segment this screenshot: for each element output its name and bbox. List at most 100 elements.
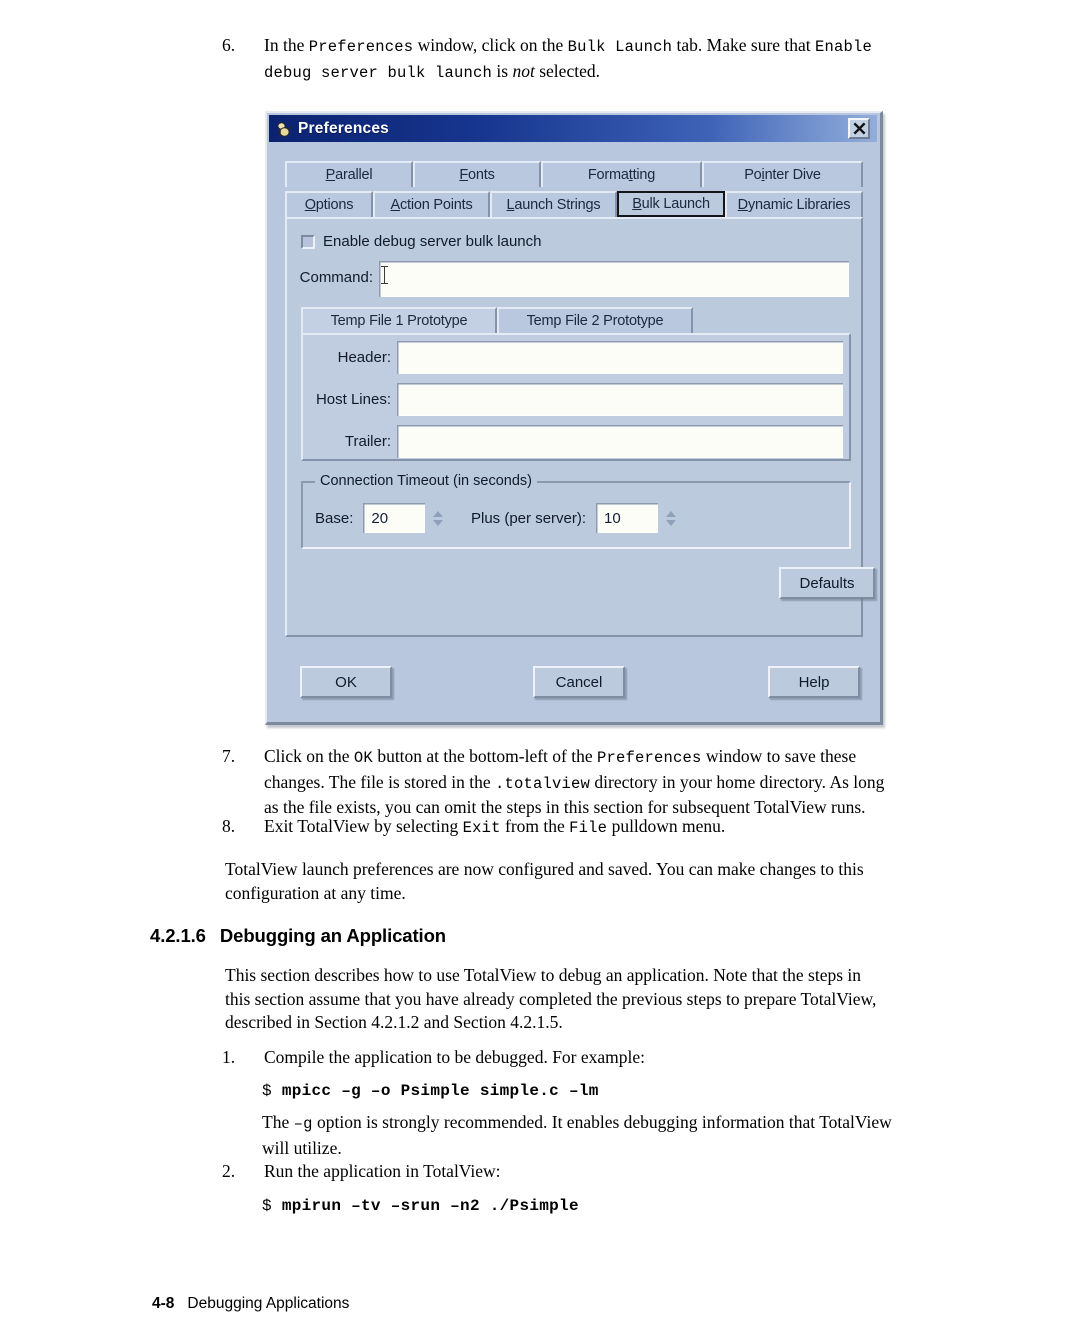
tab-bulk-launch-label: Bulk Launch bbox=[632, 196, 710, 212]
temp-file-tab-row[interactable]: Temp File 1 Prototype Temp File 2 Protot… bbox=[301, 307, 693, 333]
note-mono-g: –g bbox=[293, 1115, 313, 1133]
step8-mono-file: File bbox=[569, 819, 608, 837]
text-caret bbox=[381, 266, 388, 284]
help-button[interactable]: Help bbox=[768, 666, 860, 698]
plus-label: Plus (per server): bbox=[471, 509, 587, 527]
tab-pointer-dive-label: Pointer Dive bbox=[744, 167, 821, 183]
defaults-button[interactable]: Defaults bbox=[779, 567, 875, 599]
preferences-dialog[interactable]: Preferences Parallel Fonts Formatting Po… bbox=[265, 111, 883, 725]
tab-bulk-launch[interactable]: Bulk Launch bbox=[617, 191, 725, 217]
step8-text: Exit TotalView by selecting Exit from th… bbox=[264, 815, 934, 841]
step6-text-b: window, click on the bbox=[413, 35, 568, 55]
sec-step2-number: 2. bbox=[222, 1161, 236, 1181]
stepper-down-icon[interactable] bbox=[666, 519, 677, 526]
enable-bulk-launch-row[interactable]: Enable debug server bulk launch bbox=[301, 233, 541, 250]
bulk-launch-panel: Enable debug server bulk launch Command:… bbox=[285, 217, 875, 637]
step6-italic-not: not bbox=[512, 60, 535, 81]
tab-parallel[interactable]: Parallel bbox=[285, 161, 413, 187]
code-block-mpirun: $ mpirun –tv –srun –n2 ./Psimple bbox=[262, 1197, 579, 1215]
tab-launch-strings-label: Launch Strings bbox=[506, 197, 601, 213]
section-intro: This section describes how to use TotalV… bbox=[225, 964, 931, 1035]
base-timeout-stepper[interactable] bbox=[430, 503, 446, 533]
connection-timeout-title: Connection Timeout (in seconds) bbox=[315, 473, 537, 489]
tab-options[interactable]: Options bbox=[285, 191, 373, 217]
code2-command: mpirun –tv –srun –n2 ./Psimple bbox=[281, 1197, 579, 1215]
step6-mono-bulk-launch: Bulk Launch bbox=[567, 38, 673, 56]
step6-number: 6. bbox=[222, 35, 236, 55]
plus-timeout-stepper[interactable] bbox=[663, 503, 679, 533]
note-text-b: option is strongly recommended. It enabl… bbox=[312, 1112, 892, 1132]
tab-parallel-label: Parallel bbox=[325, 167, 373, 183]
step7-text-d: changes. The file is stored in the bbox=[264, 771, 496, 792]
close-icon[interactable] bbox=[848, 118, 870, 139]
step7-mono-preferences: Preferences bbox=[597, 749, 702, 767]
tab-fonts-label: Fonts bbox=[459, 167, 495, 183]
tab-temp-file-2-label: Temp File 2 Prototype bbox=[526, 313, 664, 329]
trailer-label: Trailer: bbox=[344, 433, 391, 450]
list-item-step7: 7. Click on the OK button at the bottom-… bbox=[222, 745, 934, 820]
temp-file-1-panel: Header: Host Lines: Trailer: bbox=[301, 333, 851, 461]
plus-timeout-input[interactable]: 10 bbox=[596, 503, 659, 533]
step6-text-e: selected. bbox=[534, 60, 600, 81]
command-input[interactable] bbox=[379, 261, 849, 297]
note-text-c: will utilize. bbox=[262, 1137, 342, 1158]
trailer-input[interactable] bbox=[397, 425, 843, 458]
enable-bulk-launch-checkbox[interactable] bbox=[301, 234, 315, 249]
tab-temp-file-2[interactable]: Temp File 2 Prototype bbox=[497, 307, 693, 333]
section-heading: 4.2.1.6 Debugging an Application bbox=[150, 925, 446, 947]
code-block-mpicc: $ mpicc –g –o Psimple simple.c –lm bbox=[262, 1082, 599, 1100]
document-page: 6. In the Preferences window, click on t… bbox=[0, 0, 1080, 1338]
host-lines-input[interactable] bbox=[397, 383, 843, 416]
code1-command: mpicc –g –o Psimple simple.c –lm bbox=[281, 1082, 599, 1100]
section-number: 4.2.1.6 bbox=[150, 925, 206, 946]
tab-fonts[interactable]: Fonts bbox=[413, 161, 541, 187]
step8-text-b: from the bbox=[500, 816, 570, 836]
tab-launch-strings[interactable]: Launch Strings bbox=[490, 191, 617, 217]
footer-page-number: 4-8 bbox=[152, 1295, 175, 1312]
list-item-sec-step2: 2. Run the application in TotalView: bbox=[222, 1160, 934, 1184]
tab-pointer-dive[interactable]: Pointer Dive bbox=[702, 161, 863, 187]
tab-formatting[interactable]: Formatting bbox=[541, 161, 702, 187]
stepper-up-icon[interactable] bbox=[666, 510, 677, 517]
cancel-button[interactable]: Cancel bbox=[533, 666, 625, 698]
step7-text-f: as the file exists, you can omit the ste… bbox=[264, 797, 866, 817]
host-lines-label: Host Lines: bbox=[315, 391, 391, 408]
step7-text-e: directory in your home directory. As lon… bbox=[590, 771, 885, 792]
tab-action-points-label: Action Points bbox=[390, 197, 473, 213]
base-timeout-input[interactable]: 20 bbox=[363, 503, 426, 533]
step6-mono-preferences: Preferences bbox=[308, 38, 414, 56]
tab-dynamic-libraries[interactable]: Dynamic Libraries bbox=[725, 191, 863, 217]
base-timeout-row[interactable]: Base: 20 bbox=[315, 503, 446, 533]
tab-row-secondary[interactable]: Options Action Points Launch Strings Bul… bbox=[285, 191, 863, 217]
header-input[interactable] bbox=[397, 341, 843, 374]
header-label: Header: bbox=[337, 349, 391, 366]
stepper-down-icon[interactable] bbox=[433, 519, 444, 526]
tab-action-points[interactable]: Action Points bbox=[373, 191, 490, 217]
note-text-a: The bbox=[262, 1112, 294, 1132]
step7-number: 7. bbox=[222, 746, 236, 766]
list-item-step8: 8. Exit TotalView by selecting Exit from… bbox=[222, 815, 934, 841]
tab-temp-file-1-label: Temp File 1 Prototype bbox=[330, 313, 468, 329]
tab-temp-file-1[interactable]: Temp File 1 Prototype bbox=[301, 307, 497, 333]
step7-text: Click on the OK button at the bottom-lef… bbox=[264, 745, 934, 820]
connection-timeout-group: Connection Timeout (in seconds) Base: 20… bbox=[301, 473, 851, 549]
sec-step2-text: Run the application in TotalView: bbox=[264, 1161, 501, 1181]
page-footer: 4-8 Debugging Applications bbox=[152, 1295, 349, 1313]
ok-button[interactable]: OK bbox=[300, 666, 392, 698]
section-intro-line-3: described in Section 4.2.1.2 and Section… bbox=[225, 1012, 563, 1032]
closing-paragraph: TotalView launch preferences are now con… bbox=[225, 858, 925, 905]
step6-text-a: In the bbox=[264, 35, 309, 55]
application-icon bbox=[275, 120, 293, 138]
step8-mono-exit: Exit bbox=[462, 819, 501, 837]
tab-dynamic-libraries-label: Dynamic Libraries bbox=[737, 197, 851, 213]
step7-text-c: window to save these bbox=[701, 746, 857, 766]
closing-line-1: TotalView launch preferences are now con… bbox=[225, 859, 864, 879]
tab-options-label: Options bbox=[304, 197, 354, 213]
stepper-up-icon[interactable] bbox=[433, 510, 444, 517]
step8-text-a: Exit TotalView by selecting bbox=[264, 816, 463, 836]
plus-timeout-row[interactable]: Plus (per server): 10 bbox=[471, 503, 679, 533]
dialog-titlebar[interactable]: Preferences bbox=[269, 115, 877, 142]
section-intro-line-2: this section assume that you have alread… bbox=[225, 988, 877, 1009]
tab-row-primary[interactable]: Parallel Fonts Formatting Pointer Dive bbox=[285, 161, 863, 187]
section-intro-line-1: This section describes how to use TotalV… bbox=[225, 965, 862, 985]
